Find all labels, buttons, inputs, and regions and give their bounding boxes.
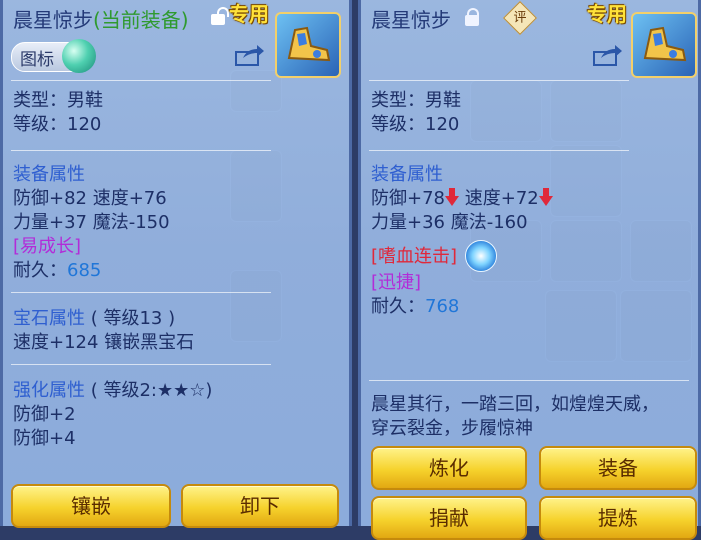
attr-line: 力量+37 魔法-150 — [13, 212, 170, 233]
inlay-button[interactable]: 镶嵌 — [11, 484, 171, 528]
item-level: 等级：120 — [13, 114, 102, 135]
down-arrow-icon — [538, 188, 553, 206]
special-label: 专用 — [229, 2, 269, 26]
down-arrow-icon — [445, 188, 459, 206]
divider — [369, 150, 629, 151]
equipped-item-panel: 晨星惊步(当前装备) 专用 图标 类型：男鞋 等级：120 装备属性 防御+82… — [0, 0, 352, 528]
special-effect: [迅捷] — [371, 272, 422, 293]
enhance-line: 防御+4 — [13, 428, 76, 449]
divider — [11, 150, 271, 151]
enhance-line: 防御+2 — [13, 404, 76, 425]
gem-line: 速度+124 镶嵌黑宝石 — [13, 332, 195, 353]
skill-orb-icon[interactable] — [465, 240, 497, 272]
equip-attr-header: 装备属性 — [371, 164, 443, 185]
enhance-attr-row: 强化属性 ( 等级2:★★☆) — [13, 380, 213, 401]
item-level: 等级：120 — [371, 114, 460, 135]
closed-lock-icon[interactable] — [465, 8, 479, 26]
attr-line: 力量+36 魔法-160 — [371, 212, 528, 233]
donate-button[interactable]: 捐献 — [371, 496, 527, 540]
open-lock-icon[interactable] — [211, 7, 229, 25]
shoe-item-icon — [275, 12, 341, 78]
icon-toggle[interactable]: 图标 — [11, 39, 96, 73]
divider — [369, 80, 629, 81]
share-icon[interactable] — [593, 44, 623, 66]
item-description: 晨星其行，一踏三回，如煌煌天威， — [371, 394, 659, 415]
item-title: 晨星惊步(当前装备) — [13, 8, 189, 32]
share-icon[interactable] — [235, 44, 265, 66]
compare-item-panel: 晨星惊步 评 专用 类型：男鞋 等级：120 装备属性 防御+78 速度+72 … — [358, 0, 701, 540]
special-label: 专用 — [587, 2, 627, 26]
item-type: 类型：男鞋 — [371, 90, 461, 111]
special-effect: [易成长] — [13, 236, 82, 257]
durability: 耐久：768 — [371, 296, 460, 317]
divider — [11, 364, 271, 365]
item-description: 穿云裂金，步履惊神 — [371, 418, 533, 439]
rating-badge[interactable]: 评 — [503, 1, 537, 35]
enhance-stars: ★★☆ — [157, 380, 206, 401]
divider — [11, 292, 271, 293]
skill-effect: [嗜血连击] — [371, 246, 458, 267]
attr-line: 防御+82 速度+76 — [13, 188, 167, 209]
extract-button[interactable]: 提炼 — [539, 496, 697, 540]
shoe-item-icon — [631, 12, 697, 78]
refine-button[interactable]: 炼化 — [371, 446, 527, 490]
item-type: 类型：男鞋 — [13, 90, 103, 111]
equip-button[interactable]: 装备 — [539, 446, 697, 490]
toggle-orb-icon — [62, 39, 96, 73]
unequip-button[interactable]: 卸下 — [181, 484, 339, 528]
item-title: 晨星惊步 — [371, 8, 451, 32]
attr-line: 防御+78 速度+72 — [371, 188, 553, 210]
divider — [369, 380, 689, 381]
equip-attr-header: 装备属性 — [13, 164, 85, 185]
divider — [11, 80, 271, 81]
gem-attr-row: 宝石属性 ( 等级13 ) — [13, 308, 176, 329]
durability: 耐久：685 — [13, 260, 102, 281]
